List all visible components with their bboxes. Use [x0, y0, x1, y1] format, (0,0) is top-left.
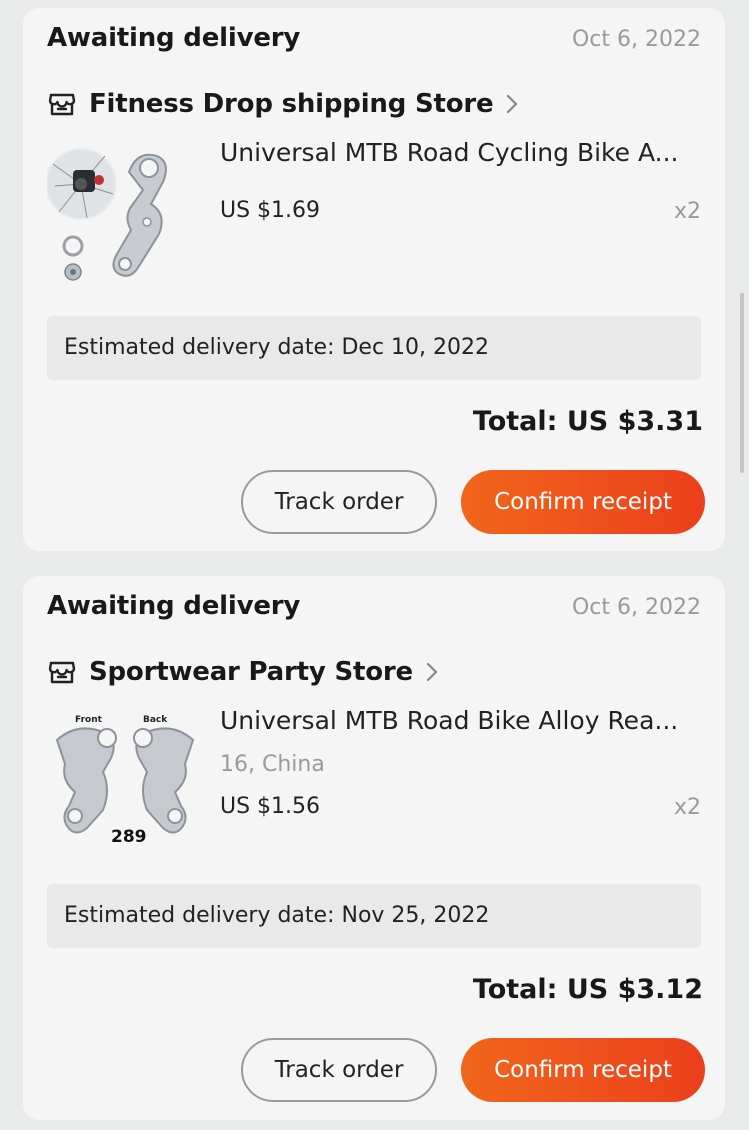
product-image[interactable]: Front Back 289 — [47, 710, 203, 860]
track-order-button[interactable]: Track order — [241, 470, 437, 534]
image-label-back: Back — [143, 715, 168, 725]
store-link[interactable]: Fitness Drop shipping Store — [47, 86, 519, 122]
product-price: US $1.69 — [220, 198, 321, 223]
order-total: Total: US $3.31 — [472, 406, 703, 437]
product-price: US $1.56 — [220, 794, 321, 819]
confirm-receipt-button[interactable]: Confirm receipt — [461, 470, 705, 534]
estimated-delivery: Estimated delivery date: Dec 10, 2022 — [47, 316, 701, 380]
estimated-delivery: Estimated delivery date: Nov 25, 2022 — [47, 884, 701, 948]
store-icon — [48, 93, 76, 116]
order-card: Awaiting delivery Oct 6, 2022 Sportwear … — [23, 576, 725, 1120]
order-total: Total: US $3.12 — [472, 974, 703, 1005]
product-quantity: x2 — [673, 199, 701, 224]
chevron-right-icon — [507, 94, 518, 114]
image-label-front: Front — [75, 715, 103, 725]
store-name: Sportwear Party Store — [89, 657, 413, 687]
store-link[interactable]: Sportwear Party Store — [47, 654, 439, 690]
product-name[interactable]: Universal MTB Road Cycling Bike A... — [220, 138, 702, 167]
order-status: Awaiting delivery — [47, 591, 301, 621]
store-name: Fitness Drop shipping Store — [89, 89, 494, 119]
track-order-button[interactable]: Track order — [241, 1038, 437, 1102]
confirm-receipt-button[interactable]: Confirm receipt — [461, 1038, 705, 1102]
order-status: Awaiting delivery — [47, 23, 301, 53]
scrollbar[interactable] — [740, 293, 744, 473]
product-variant: 16, China — [220, 752, 325, 777]
chevron-right-icon — [426, 662, 438, 682]
product-image[interactable] — [47, 142, 203, 292]
order-date: Oct 6, 2022 — [571, 27, 701, 52]
order-date: Oct 6, 2022 — [571, 595, 701, 620]
store-icon — [48, 661, 76, 684]
orders-page: Awaiting delivery Oct 6, 2022 Fitness Dr… — [0, 0, 749, 1130]
product-name[interactable]: Universal MTB Road Bike Alloy Rea... — [220, 706, 702, 735]
product-quantity: x2 — [673, 795, 701, 820]
image-label-model: 289 — [111, 827, 147, 847]
order-card: Awaiting delivery Oct 6, 2022 Fitness Dr… — [23, 8, 725, 551]
